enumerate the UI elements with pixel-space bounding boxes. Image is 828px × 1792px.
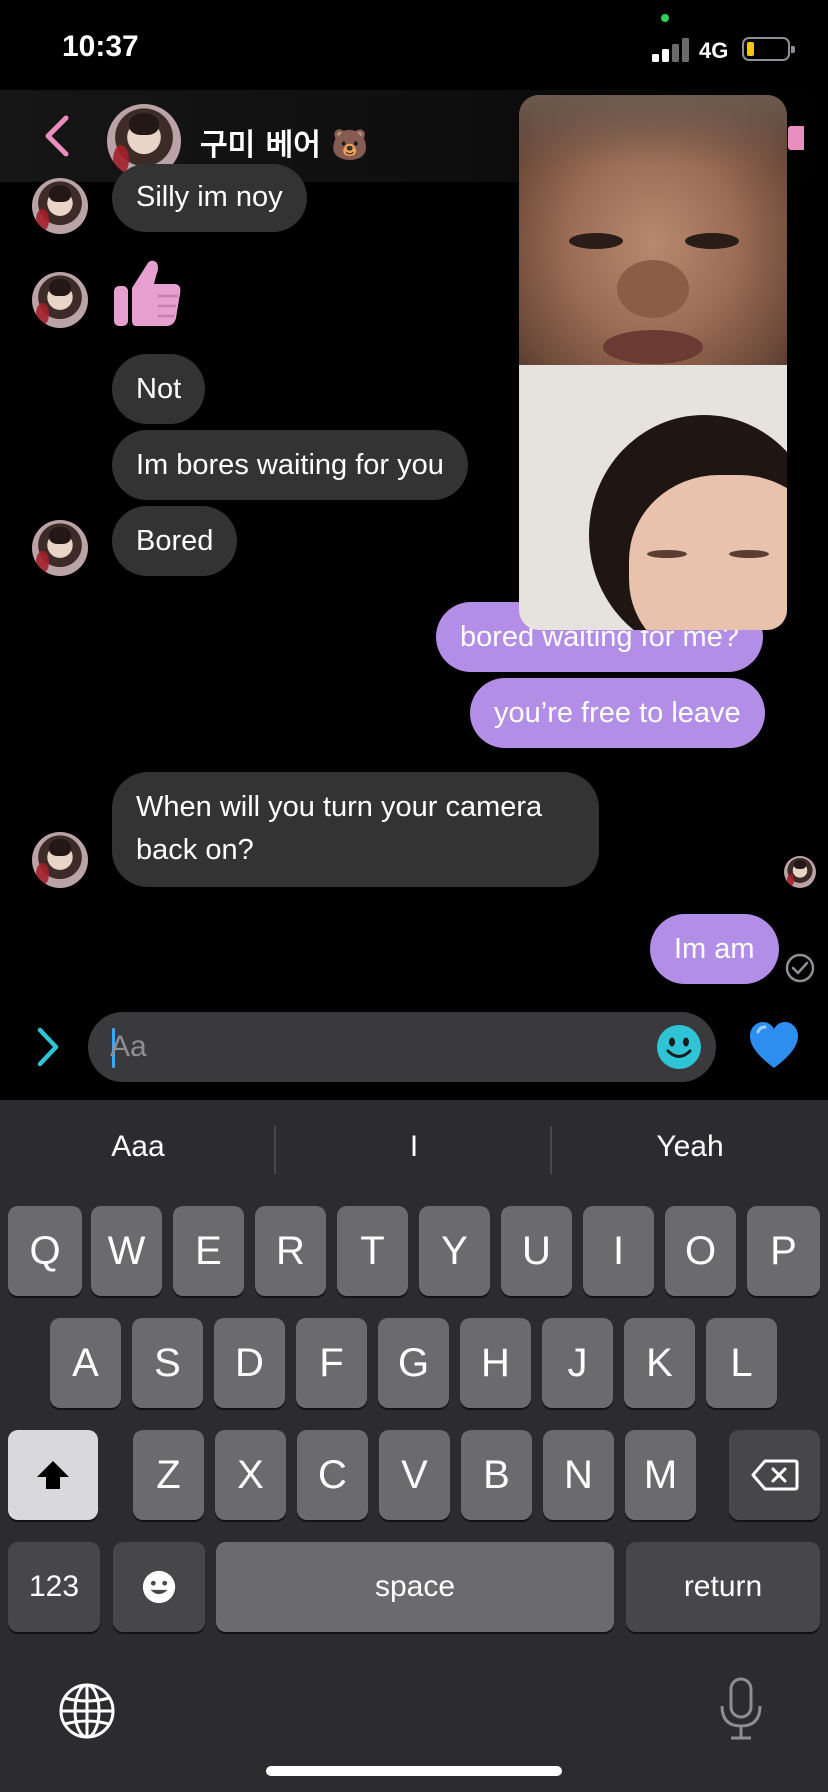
message-bubble-outgoing[interactable]: Im am: [650, 914, 779, 984]
emoji-smile-icon[interactable]: [656, 1024, 702, 1070]
key-l[interactable]: L: [706, 1318, 777, 1408]
contact-avatar-small[interactable]: [32, 520, 88, 576]
cellular-signal-icon: [652, 38, 690, 62]
key-z[interactable]: Z: [133, 1430, 204, 1520]
message-bubble-incoming[interactable]: Im bores waiting for you: [112, 430, 468, 500]
key-r[interactable]: R: [255, 1206, 326, 1296]
key-w[interactable]: W: [91, 1206, 162, 1296]
message-bubble-outgoing[interactable]: you’re free to leave: [470, 678, 765, 748]
backspace-icon: [751, 1459, 798, 1491]
shift-key[interactable]: [8, 1430, 98, 1520]
contact-name[interactable]: 구미 베어 🐻: [200, 120, 369, 164]
key-i[interactable]: I: [583, 1206, 654, 1296]
suggestion-3[interactable]: Yeah: [552, 1130, 828, 1164]
back-chevron-icon[interactable]: [40, 112, 76, 160]
sent-check-icon: [785, 953, 815, 983]
key-b[interactable]: B: [461, 1430, 532, 1520]
message-bubble-incoming[interactable]: Not: [112, 354, 206, 424]
status-time: 10:37: [62, 30, 139, 63]
key-t[interactable]: T: [337, 1206, 408, 1296]
globe-icon[interactable]: [58, 1682, 116, 1740]
key-s[interactable]: S: [132, 1318, 203, 1408]
key-v[interactable]: V: [379, 1430, 450, 1520]
message-bubble-incoming[interactable]: Silly im noy: [112, 164, 307, 232]
key-o[interactable]: O: [665, 1206, 736, 1296]
battery-icon: [742, 37, 795, 61]
key-q[interactable]: Q: [8, 1206, 82, 1296]
expand-chevron-icon[interactable]: [34, 1026, 62, 1068]
key-j[interactable]: J: [542, 1318, 613, 1408]
camera-in-use-indicator: [661, 14, 669, 22]
space-key[interactable]: space: [216, 1542, 614, 1632]
contact-avatar-small[interactable]: [32, 832, 88, 888]
key-y[interactable]: Y: [419, 1206, 490, 1296]
suggestion-2[interactable]: I: [276, 1130, 552, 1164]
contact-avatar-small[interactable]: [32, 178, 88, 234]
call-indicator: [788, 126, 804, 150]
key-d[interactable]: D: [214, 1318, 285, 1408]
key-n[interactable]: N: [543, 1430, 614, 1520]
video-call-overlay[interactable]: [519, 95, 787, 630]
heart-icon[interactable]: [748, 1020, 800, 1072]
numbers-key[interactable]: 123: [8, 1542, 100, 1632]
key-u[interactable]: U: [501, 1206, 572, 1296]
key-h[interactable]: H: [460, 1318, 531, 1408]
delete-key[interactable]: [729, 1430, 820, 1520]
message-composer[interactable]: [88, 1012, 716, 1082]
key-m[interactable]: M: [625, 1430, 696, 1520]
suggestion-1[interactable]: Aaa: [0, 1130, 276, 1164]
key-c[interactable]: C: [297, 1430, 368, 1520]
emoji-face-icon: [142, 1570, 176, 1604]
home-indicator[interactable]: [266, 1766, 562, 1776]
thumbs-up-icon[interactable]: [110, 254, 186, 330]
message-bubble-incoming[interactable]: Bored: [112, 506, 238, 576]
message-bubble-incoming[interactable]: When will you turn your camera back on?: [112, 772, 599, 887]
predictive-bar: Aaa I Yeah: [0, 1100, 828, 1198]
shift-arrow-icon: [37, 1461, 69, 1489]
key-a[interactable]: A: [50, 1318, 121, 1408]
key-k[interactable]: K: [624, 1318, 695, 1408]
seen-avatar: [784, 856, 816, 888]
remote-video-feed[interactable]: [519, 95, 787, 365]
key-p[interactable]: P: [747, 1206, 820, 1296]
key-x[interactable]: X: [215, 1430, 286, 1520]
contact-avatar-small[interactable]: [32, 272, 88, 328]
network-type: 4G: [699, 38, 729, 63]
key-f[interactable]: F: [296, 1318, 367, 1408]
key-g[interactable]: G: [378, 1318, 449, 1408]
microphone-icon[interactable]: [716, 1676, 766, 1742]
keyboard: Aaa I Yeah Q W E R T Y U I O P A S D F G…: [0, 1100, 828, 1792]
self-video-feed[interactable]: [519, 365, 787, 630]
key-e[interactable]: E: [173, 1206, 244, 1296]
message-input[interactable]: [110, 1024, 630, 1070]
return-key[interactable]: return: [626, 1542, 820, 1632]
emoji-key[interactable]: [113, 1542, 205, 1632]
